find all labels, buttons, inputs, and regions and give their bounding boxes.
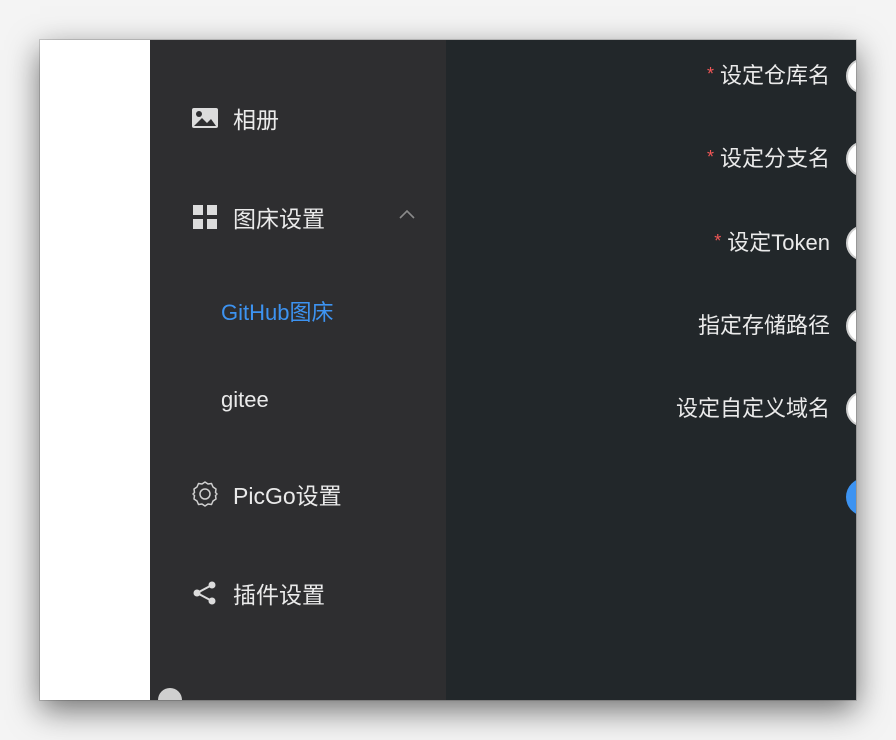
submenu-item-label: GitHub图床 xyxy=(221,300,334,325)
sidebar-item-label: PicGo设置 xyxy=(233,483,342,509)
sidebar-item-plugin-settings[interactable]: 插件设置 xyxy=(150,565,446,621)
gear-icon xyxy=(191,480,219,508)
submenu-item-label: gitee xyxy=(221,387,269,412)
submenu-item-gitee[interactable]: gitee xyxy=(150,372,446,428)
share-icon xyxy=(191,579,219,607)
form-label-custom-domain: 设定自定义域名 xyxy=(676,391,830,423)
branch-input[interactable] xyxy=(846,141,856,177)
sidebar: 相册 图床设置 GitHub图床 gitee PicGo设置 插件设置 xyxy=(150,40,446,700)
label-text: 设定自定义域名 xyxy=(675,396,830,421)
repo-input[interactable] xyxy=(846,58,856,94)
label-text: 设定仓库名 xyxy=(719,63,830,88)
blank-panel xyxy=(40,40,150,700)
sidebar-item-label: 图床设置 xyxy=(233,206,325,232)
form-label-repo: * 设定仓库名 xyxy=(707,58,830,90)
image-icon xyxy=(191,104,219,132)
form-label-branch: * 设定分支名 xyxy=(707,141,830,173)
app-window: 相册 图床设置 GitHub图床 gitee PicGo设置 插件设置 * 设定… xyxy=(40,40,856,700)
grid-icon xyxy=(191,203,219,231)
label-text: 设定分支名 xyxy=(719,146,830,171)
label-text: 设定Token xyxy=(727,230,830,255)
chevron-up-icon[interactable] xyxy=(398,207,416,225)
sidebar-item-label: 插件设置 xyxy=(233,582,325,608)
form-label-token: * 设定Token xyxy=(714,225,830,257)
token-input[interactable] xyxy=(846,225,856,261)
label-text: 指定存储路径 xyxy=(697,313,830,338)
custom-domain-input[interactable] xyxy=(846,391,856,427)
form-label-path: 指定存储路径 xyxy=(698,308,830,340)
required-mark: * xyxy=(706,64,714,84)
info-icon[interactable] xyxy=(158,688,182,700)
sidebar-item-gallery[interactable]: 相册 xyxy=(150,90,446,146)
confirm-button[interactable] xyxy=(846,478,856,516)
required-mark: * xyxy=(714,231,722,251)
sidebar-item-picgo-settings[interactable]: PicGo设置 xyxy=(150,466,446,522)
submenu-item-github[interactable]: GitHub图床 xyxy=(150,283,446,339)
sidebar-item-label: 相册 xyxy=(233,107,279,133)
path-input[interactable] xyxy=(846,308,856,344)
settings-form: * 设定仓库名 * 设定分支名 * 设定Token 指定存储路径 设定自定义域名 xyxy=(446,40,856,700)
required-mark: * xyxy=(706,147,714,167)
